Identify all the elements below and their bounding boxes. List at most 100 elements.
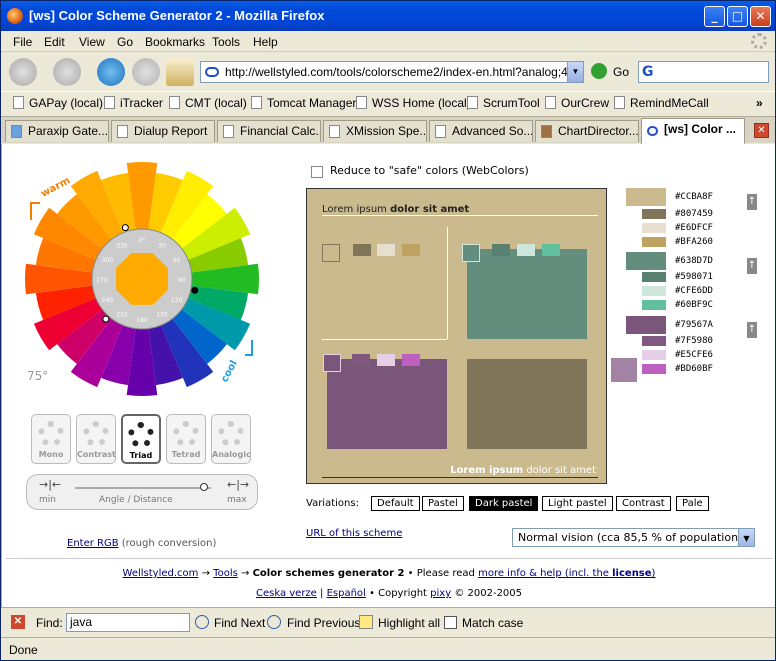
palette-main-swatch[interactable] [626, 316, 666, 334]
bookmark-item[interactable]: ScrumTool [467, 96, 540, 110]
highlight-icon[interactable] [359, 615, 373, 629]
variation-contrast-button[interactable]: Contrast [616, 496, 671, 511]
menu-tools[interactable]: Tools [212, 35, 240, 49]
url-dropdown-icon[interactable]: ▼ [567, 62, 583, 82]
variation-pastel-button[interactable]: Pastel [422, 496, 464, 511]
throbber-icon [751, 33, 767, 49]
tab-item-active[interactable]: [ws] Color ... [641, 118, 745, 144]
hue-marker[interactable] [191, 286, 199, 294]
tab-favicon-icon [541, 125, 552, 138]
go-button[interactable]: Go [613, 65, 629, 79]
find-previous-button[interactable]: Find Previous [287, 616, 360, 630]
minimize-button[interactable]: _ [704, 6, 725, 27]
home-icon[interactable] [166, 58, 194, 86]
find-previous-icon[interactable] [267, 615, 281, 629]
menu-help[interactable]: Help [253, 35, 278, 49]
match-case-checkbox[interactable] [444, 616, 457, 629]
lock-icon[interactable]: ↑ [747, 322, 757, 338]
safe-colors-checkbox[interactable] [311, 166, 323, 178]
find-input[interactable]: java [66, 613, 190, 632]
hex-label: #7F5980 [675, 336, 713, 346]
bookmark-item[interactable]: RemindMeCall [614, 96, 709, 110]
variation-dark-pastel-button[interactable]: Dark pastel [469, 496, 539, 511]
czech-version-link[interactable]: Ceska verze [256, 588, 317, 599]
bookmark-item[interactable]: WSS Home (local) [356, 96, 471, 110]
stop-icon[interactable] [132, 58, 160, 86]
lock-icon[interactable]: ↑ [747, 194, 757, 210]
preview-swatch [492, 244, 510, 256]
menu-go[interactable]: Go [117, 35, 133, 49]
close-button[interactable]: ✕ [750, 6, 771, 27]
tab-bar: Paraxip Gate... Dialup Report Financial … [1, 116, 775, 144]
slider-track[interactable] [75, 487, 211, 489]
palette-main-swatch[interactable] [626, 252, 666, 270]
menu-view[interactable]: View [79, 35, 105, 49]
footer-home-link[interactable]: Wellstyled.com [123, 568, 199, 579]
vision-select[interactable]: Normal vision (cca 85,5 % of population)… [512, 528, 755, 547]
preview-swatch [542, 244, 560, 256]
spanish-version-link[interactable]: Español [327, 588, 366, 599]
mode-triad-button[interactable]: Triad [121, 414, 161, 464]
bookmark-item[interactable]: CMT (local) [169, 96, 247, 110]
find-next-icon[interactable] [195, 615, 209, 629]
palette-swatch [642, 350, 666, 360]
mode-contrast-button[interactable]: Contrast [76, 414, 116, 464]
navigation-toolbar: http://wellstyled.com/tools/colorscheme2… [1, 53, 775, 90]
slider-handle[interactable] [200, 483, 209, 491]
find-next-button[interactable]: Find Next [214, 616, 265, 630]
mode-analogic-button[interactable]: Analogic [211, 414, 251, 464]
palette-swatch [642, 336, 666, 346]
vision-dropdown-icon[interactable]: ▼ [738, 529, 754, 546]
tab-item[interactable]: Advanced So... [429, 120, 533, 142]
degree-tick-label: 180 [136, 317, 148, 324]
hue-marker[interactable] [102, 315, 110, 323]
url-of-scheme-link[interactable]: URL of this scheme [306, 528, 402, 539]
mode-tetrad-button[interactable]: Tetrad [166, 414, 206, 464]
palette-swatch [642, 223, 666, 233]
bookmark-item[interactable]: iTracker [104, 96, 163, 110]
bookmark-item[interactable]: OurCrew [545, 96, 609, 110]
find-close-icon[interactable]: ✕ [11, 615, 25, 629]
reload-icon[interactable] [97, 58, 125, 86]
menu-edit[interactable]: Edit [44, 35, 65, 49]
tab-item[interactable]: Financial Calc... [217, 120, 321, 142]
degree-tick-label: 90 [178, 277, 186, 284]
highlight-all-button[interactable]: Highlight all [378, 616, 440, 630]
forward-icon[interactable] [53, 58, 81, 86]
bookmark-item[interactable]: Tomcat Manager [251, 96, 356, 110]
selected-hue-center [116, 253, 168, 305]
menu-file[interactable]: File [13, 35, 32, 49]
url-bar[interactable]: http://wellstyled.com/tools/colorscheme2… [200, 61, 584, 83]
browser-window: [ws] Color Scheme Generator 2 - Mozilla … [0, 0, 776, 661]
search-box[interactable]: G [638, 61, 769, 83]
tab-close-icon[interactable]: ✕ [754, 123, 769, 138]
enter-rgb-link[interactable]: Enter RGB [67, 538, 119, 549]
preview-block-secondary [467, 249, 587, 339]
variation-light-pastel-button[interactable]: Light pastel [542, 496, 613, 511]
google-search-icon: G [642, 64, 654, 80]
footer-tools-link[interactable]: Tools [213, 568, 238, 579]
palette-main-swatch[interactable] [626, 188, 666, 206]
tab-item[interactable]: XMission Spe... [323, 120, 427, 142]
hex-label: #CCBA8F [675, 192, 713, 202]
preview-divider [322, 215, 598, 216]
menu-bookmarks[interactable]: Bookmarks [145, 35, 205, 49]
tab-item[interactable]: Paraxip Gate... [5, 120, 109, 142]
page-content: 0° 30 60 90 120 150 180 210 240 270 300 330 warm co… [1, 144, 775, 607]
hue-marker[interactable] [121, 224, 129, 232]
footer-help-link[interactable]: more info & help (incl. the license) [478, 568, 655, 579]
bookmark-item[interactable]: GAPay (local) [13, 96, 103, 110]
author-link[interactable]: pixy [430, 588, 451, 599]
degree-tick-label: 150 [156, 312, 168, 319]
bookmarks-overflow-icon[interactable]: » [756, 96, 763, 110]
hex-label: #E5CFE6 [675, 350, 713, 360]
lock-icon[interactable]: ↑ [747, 258, 757, 274]
variation-pale-button[interactable]: Pale [676, 496, 709, 511]
back-icon[interactable] [9, 58, 37, 86]
maximize-button[interactable]: □ [727, 6, 748, 27]
variation-default-button[interactable]: Default [371, 496, 420, 511]
tab-item[interactable]: ChartDirector... [535, 120, 639, 142]
go-icon[interactable] [591, 63, 607, 79]
mode-mono-button[interactable]: Mono [31, 414, 71, 464]
tab-item[interactable]: Dialup Report [111, 120, 215, 142]
